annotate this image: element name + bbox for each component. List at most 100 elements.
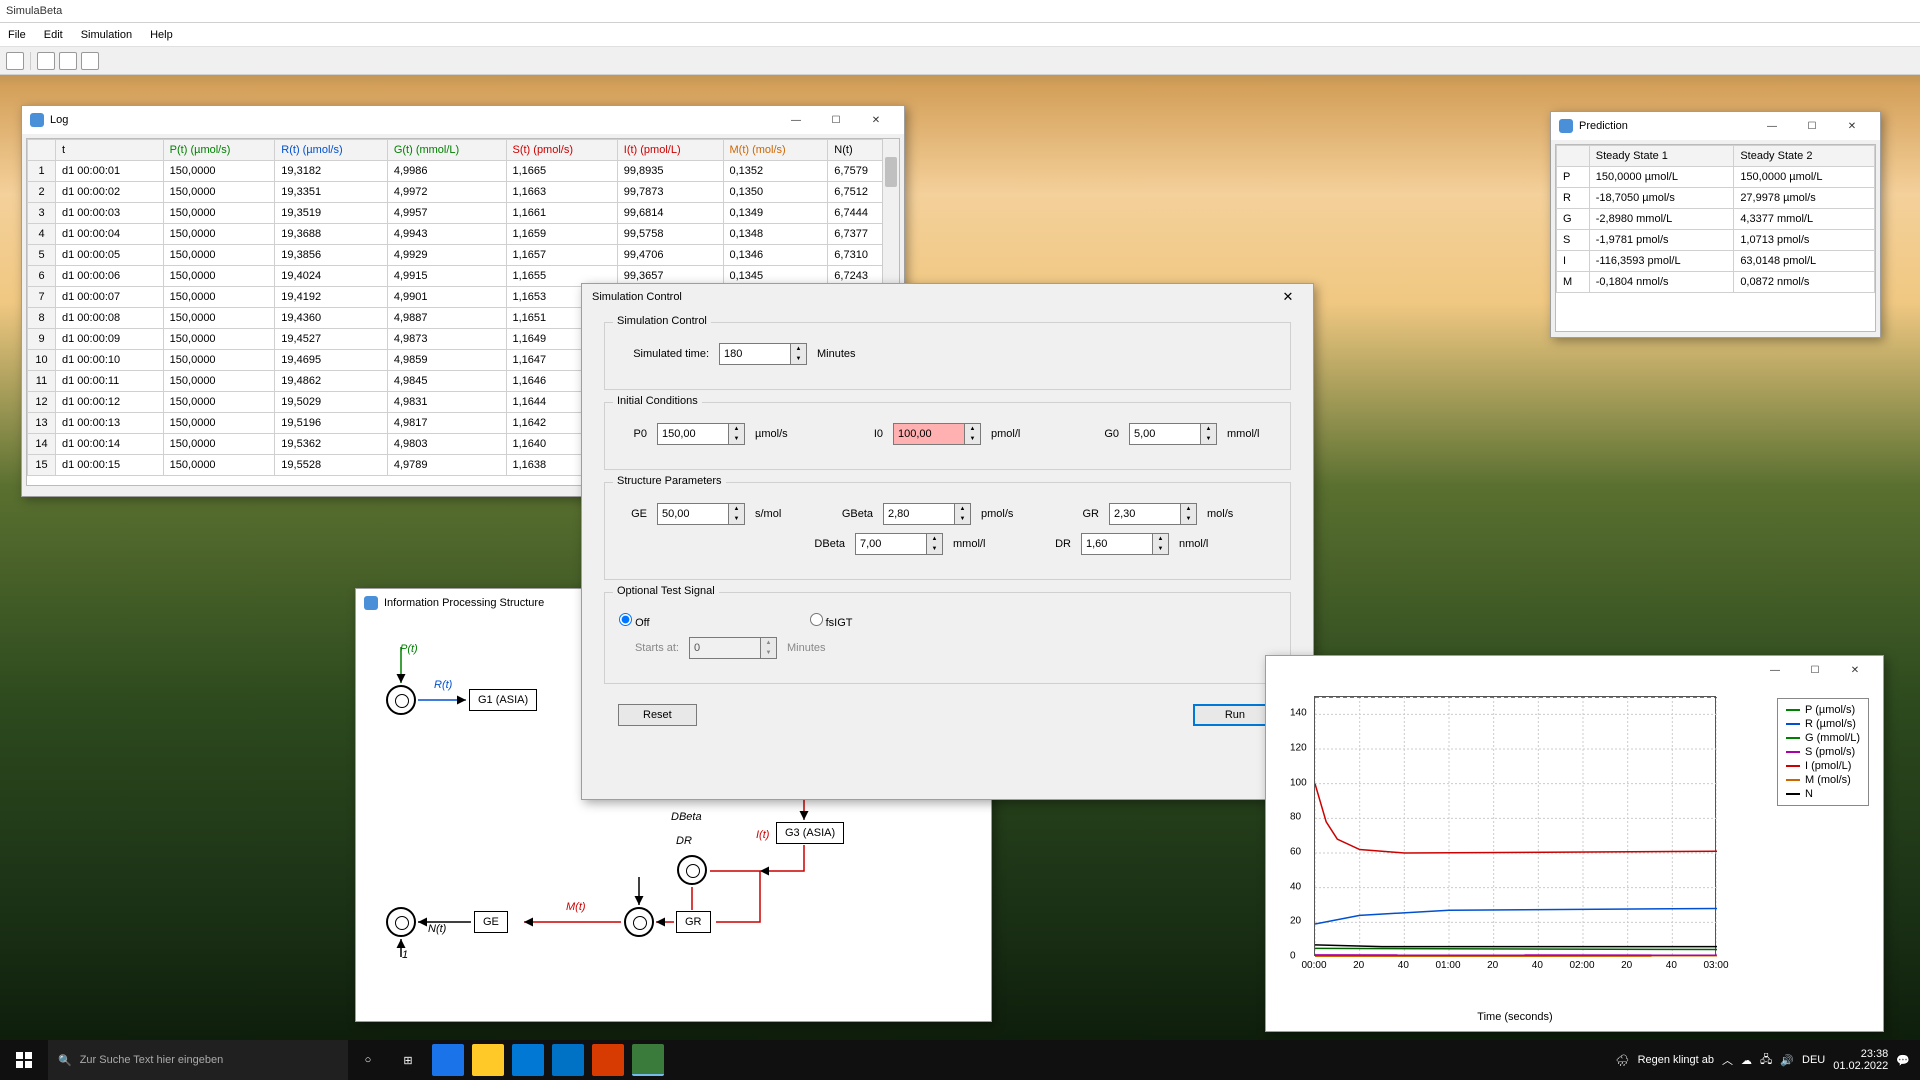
fsigt-radio[interactable]: fsIGT <box>810 613 853 629</box>
prediction-window[interactable]: Prediction — ☐ ✕ Steady State 1Steady St… <box>1550 111 1881 338</box>
taskview-icon[interactable]: ⊞ <box>392 1044 424 1076</box>
close-icon[interactable]: ✕ <box>856 107 896 133</box>
menu-help[interactable]: Help <box>142 26 181 44</box>
p0-input[interactable]: ▲▼ <box>657 423 745 445</box>
unit: mmol/l <box>953 538 1003 550</box>
i0-input[interactable]: ▲▼ <box>893 423 981 445</box>
weather-text: Regen klingt ab <box>1638 1054 1714 1066</box>
chart-window[interactable]: — ☐ ✕ P (µmol/s)R (µmol/s)G (mmol/L)S (p… <box>1265 655 1884 1032</box>
simulabeta-icon[interactable] <box>632 1044 664 1076</box>
window-icon <box>364 596 378 610</box>
chart-body: P (µmol/s)R (µmol/s)G (mmol/L)S (pmol/s)… <box>1266 684 1883 1029</box>
group-title: Initial Conditions <box>613 395 702 407</box>
p0-label: P0 <box>619 428 647 440</box>
log-title-text: Log <box>50 114 68 126</box>
dbeta-input[interactable]: ▲▼ <box>855 533 943 555</box>
explorer-icon[interactable] <box>472 1044 504 1076</box>
reset-button[interactable]: Reset <box>618 704 697 726</box>
weather-icon[interactable]: 🌧 <box>1616 1054 1630 1067</box>
off-radio[interactable]: Off <box>619 613 650 629</box>
dbeta-label: DBeta <box>807 538 845 550</box>
onedrive-icon[interactable]: ☁ <box>1741 1054 1752 1067</box>
log-title[interactable]: Log — ☐ ✕ <box>22 106 904 134</box>
menu-simulation[interactable]: Simulation <box>73 26 140 44</box>
search-input[interactable]: 🔍 Zur Suche Text hier eingeben <box>48 1040 348 1080</box>
gbeta-label: GBeta <box>835 508 873 520</box>
dr-label: DR <box>1043 538 1071 550</box>
initial-conditions-group: Initial Conditions P0 ▲▼ µmol/s I0 ▲▼ pm… <box>604 402 1291 470</box>
ips-title-text: Information Processing Structure <box>384 597 544 609</box>
maximize-icon[interactable]: ☐ <box>816 107 856 133</box>
group-title: Simulation Control <box>613 315 711 327</box>
maximize-icon[interactable]: ☐ <box>1792 113 1832 139</box>
app-titlebar: SimulaBeta <box>0 0 1920 23</box>
startsat-input[interactable]: ▲▼ <box>689 637 777 659</box>
menubar: File Edit Simulation Help <box>0 23 1920 47</box>
group-title: Structure Parameters <box>613 475 726 487</box>
g0-label: G0 <box>1091 428 1119 440</box>
sim-title[interactable]: Simulation Control ✕ <box>582 284 1313 310</box>
ge-input[interactable]: ▲▼ <box>657 503 745 525</box>
unit: nmol/l <box>1179 538 1229 550</box>
volume-icon[interactable]: 🔊 <box>1780 1054 1794 1067</box>
clock[interactable]: 23:38 01.02.2022 <box>1833 1048 1888 1072</box>
notifications-icon[interactable]: 💬 <box>1896 1054 1910 1067</box>
minimize-icon[interactable]: — <box>1752 113 1792 139</box>
unit: mol/s <box>1207 508 1257 520</box>
taskbar: 🔍 Zur Suche Text hier eingeben ○ ⊞ 🌧 Reg… <box>0 1040 1920 1080</box>
system-tray[interactable]: 🌧 Regen klingt ab ︿ ☁ 🖧 🔊 DEU 23:38 01.0… <box>1606 1048 1920 1072</box>
save-icon[interactable] <box>59 52 77 70</box>
simulated-time-label: Simulated time: <box>619 348 709 360</box>
menu-edit[interactable]: Edit <box>36 26 71 44</box>
office-icon[interactable] <box>592 1044 624 1076</box>
close-icon[interactable]: ✕ <box>1273 289 1303 305</box>
close-icon[interactable]: ✕ <box>1832 113 1872 139</box>
new-icon[interactable] <box>6 52 24 70</box>
x-axis-label: Time (seconds) <box>1314 1011 1716 1023</box>
unit: pmol/s <box>981 508 1031 520</box>
startsat-label: Starts at: <box>619 642 679 654</box>
minutes-unit: Minutes <box>817 348 867 360</box>
language-icon[interactable]: DEU <box>1802 1054 1825 1066</box>
prediction-grid: Steady State 1Steady State 2P150,0000 µm… <box>1555 144 1876 332</box>
g0-input[interactable]: ▲▼ <box>1129 423 1217 445</box>
separator <box>30 52 31 70</box>
start-button[interactable] <box>0 1040 48 1080</box>
open-icon[interactable] <box>37 52 55 70</box>
unit: mmol/l <box>1227 428 1277 440</box>
group-title: Optional Test Signal <box>613 585 719 597</box>
window-icon <box>30 113 44 127</box>
chart-title[interactable]: — ☐ ✕ <box>1266 656 1883 684</box>
app-title: SimulaBeta <box>6 5 62 17</box>
prediction-title[interactable]: Prediction — ☐ ✕ <box>1551 112 1880 140</box>
unit: Minutes <box>787 642 837 654</box>
i0-label: I0 <box>855 428 883 440</box>
unit: s/mol <box>755 508 805 520</box>
chart-icon[interactable] <box>81 52 99 70</box>
test-signal-group: Optional Test Signal Off fsIGT Starts at… <box>604 592 1291 684</box>
sim-control-group: Simulation Control Simulated time: ▲▼ Mi… <box>604 322 1291 390</box>
close-icon[interactable]: ✕ <box>1835 657 1875 683</box>
maximize-icon[interactable]: ☐ <box>1795 657 1835 683</box>
menu-file[interactable]: File <box>0 26 34 44</box>
store-icon[interactable] <box>512 1044 544 1076</box>
toolbar <box>0 47 1920 75</box>
mail-icon[interactable] <box>552 1044 584 1076</box>
cortana-icon[interactable]: ○ <box>352 1044 384 1076</box>
gr-label: GR <box>1071 508 1099 520</box>
gbeta-input[interactable]: ▲▼ <box>883 503 971 525</box>
edge-icon[interactable] <box>432 1044 464 1076</box>
gr-input[interactable]: ▲▼ <box>1109 503 1197 525</box>
sim-title-text: Simulation Control <box>592 291 682 303</box>
dr-input[interactable]: ▲▼ <box>1081 533 1169 555</box>
chart-legend: P (µmol/s)R (µmol/s)G (mmol/L)S (pmol/s)… <box>1777 698 1869 806</box>
minimize-icon[interactable]: — <box>1755 657 1795 683</box>
minimize-icon[interactable]: — <box>776 107 816 133</box>
chevron-up-icon[interactable]: ︿ <box>1722 1052 1733 1068</box>
structure-parameters-group: Structure Parameters GE ▲▼ s/mol GBeta ▲… <box>604 482 1291 580</box>
network-icon[interactable]: 🖧 <box>1760 1051 1772 1070</box>
simulation-control-window[interactable]: Simulation Control ✕ Simulation Control … <box>581 283 1314 800</box>
simulated-time-input[interactable]: ▲▼ <box>719 343 807 365</box>
unit: pmol/l <box>991 428 1041 440</box>
search-icon: 🔍 <box>58 1054 72 1067</box>
